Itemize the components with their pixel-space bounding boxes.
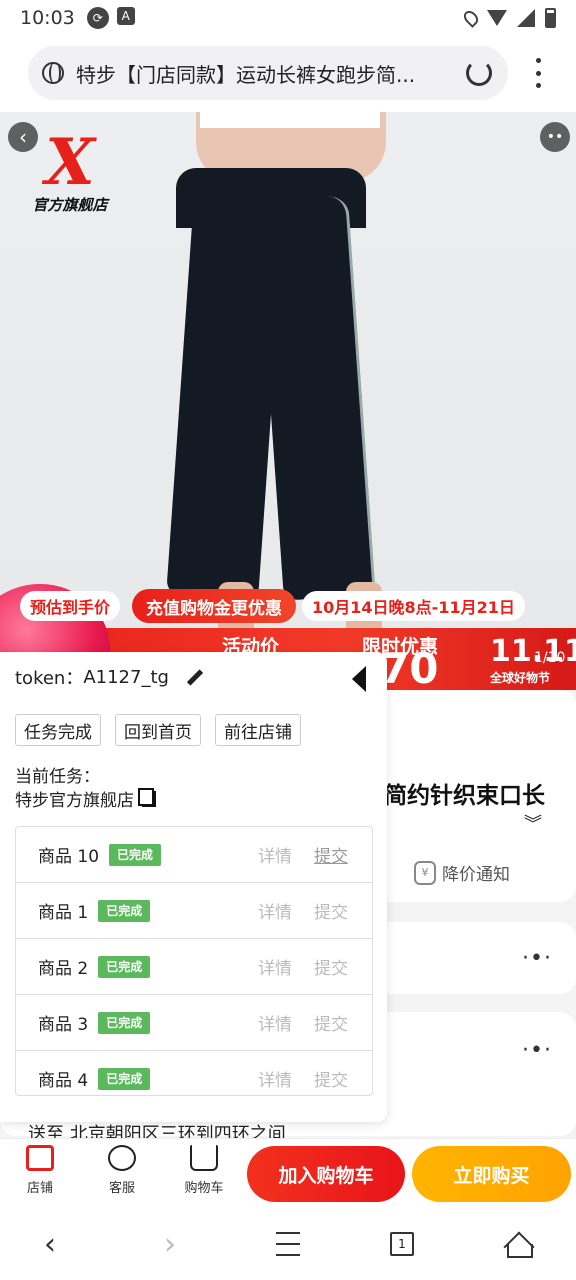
copy-icon[interactable] — [138, 787, 156, 807]
back-home-button[interactable]: 回到首页 — [115, 714, 201, 746]
list-item: 商品 1 已完成 详情 提交 — [16, 883, 372, 939]
status-badge: 已完成 — [98, 1011, 151, 1034]
page-title[interactable]: 特步【门店同款】运动长裤女跑步简... — [76, 59, 456, 88]
token-value: A1127_tg — [83, 666, 169, 688]
list-item: 商品 4 已完成 详情 提交 — [16, 1051, 372, 1095]
add-to-cart-button[interactable]: 加入购物车 — [247, 1146, 405, 1202]
submit-link[interactable]: 提交 — [314, 954, 348, 979]
status-badge: 已完成 — [98, 1067, 151, 1090]
go-to-store-button[interactable]: 前往店铺 — [215, 714, 301, 746]
nav-back-icon[interactable]: ‹ — [44, 1230, 56, 1260]
detail-link[interactable]: 详情 — [258, 842, 292, 867]
home-icon[interactable] — [504, 1230, 533, 1258]
current-task-name: 特步官方旗舰店 — [15, 786, 156, 811]
status-bar: 10:03 ⟳ A — [0, 0, 576, 36]
submit-link[interactable]: 提交 — [314, 898, 348, 923]
pants-image — [166, 168, 376, 601]
chevron-down-icon[interactable]: ︾ — [524, 810, 542, 836]
tabs-icon[interactable]: 1 — [390, 1232, 414, 1256]
overflow-menu-icon[interactable] — [528, 58, 548, 88]
detail-link[interactable]: 详情 — [258, 898, 292, 923]
list-item: 商品 2 已完成 详情 提交 — [16, 939, 372, 995]
battery-icon — [545, 8, 556, 28]
menu-icon[interactable] — [276, 1232, 300, 1256]
status-badge: 已完成 — [98, 899, 151, 922]
shipping-row[interactable]: 送至 北京朝阳区三环到四环之间 — [28, 1120, 548, 1138]
location-icon — [461, 8, 481, 28]
collapse-icon[interactable] — [352, 666, 366, 692]
cart-icon — [190, 1145, 218, 1171]
product-title: 简约针织束口长 — [384, 783, 545, 809]
signal-icon — [517, 9, 535, 27]
bottom-action-bar: 店铺 客服 购物车 加入购物车 立即购买 — [0, 1138, 576, 1206]
system-nav-bar: ‹ › 1 — [0, 1210, 576, 1280]
status-badge: 已完成 — [109, 843, 162, 866]
status-badge: 已完成 — [98, 955, 151, 978]
nav-forward-icon[interactable]: › — [164, 1230, 176, 1260]
more-options-icon[interactable]: ·•· — [522, 1038, 552, 1063]
token-row: token： A1127_tg — [15, 664, 203, 690]
address-bar[interactable]: 特步【门店同款】运动长裤女跑步简... — [28, 46, 508, 100]
list-item: 商品 3 已完成 详情 提交 — [16, 995, 372, 1051]
submit-link[interactable]: 提交 — [314, 1010, 348, 1035]
detail-link[interactable]: 详情 — [258, 1066, 292, 1091]
chat-icon — [108, 1145, 136, 1171]
sync-icon: ⟳ — [86, 7, 109, 29]
price-tag-icon: ¥ — [414, 860, 436, 885]
wifi-icon — [487, 10, 507, 26]
cart-button[interactable]: 购物车 — [174, 1145, 234, 1196]
submit-link[interactable]: 提交 — [314, 1066, 348, 1091]
app-a-icon: A — [116, 7, 135, 25]
promo-date-range: 10月14日晚8点-11月21日 — [302, 591, 525, 621]
token-label: token： — [15, 668, 84, 689]
buy-now-button[interactable]: 立即购买 — [412, 1146, 571, 1202]
status-time: 10:03 — [20, 7, 75, 29]
detail-link[interactable]: 详情 — [258, 954, 292, 979]
reload-icon[interactable] — [466, 60, 492, 86]
more-icon[interactable]: •• — [540, 122, 570, 152]
price-notice-button[interactable]: ¥ 降价通知 — [414, 860, 510, 885]
detail-link[interactable]: 详情 — [258, 1010, 292, 1035]
store-icon — [26, 1145, 54, 1171]
estimate-label: 预估到手价 — [20, 591, 121, 621]
back-icon[interactable]: ‹ — [8, 122, 38, 152]
edit-icon[interactable] — [183, 667, 203, 687]
globe-icon — [42, 62, 64, 84]
current-task-label: 当前任务： — [15, 767, 100, 787]
store-button[interactable]: 店铺 — [10, 1145, 70, 1196]
task-panel: token： A1127_tg 任务完成 回到首页 前往店铺 当前任务： 特步官… — [0, 652, 387, 1122]
more-options-icon[interactable]: ·•· — [522, 946, 552, 971]
task-complete-button[interactable]: 任务完成 — [15, 714, 101, 746]
customer-service-button[interactable]: 客服 — [92, 1145, 152, 1196]
submit-link[interactable]: 提交 — [314, 842, 348, 867]
task-item-list: 商品 10 已完成 详情 提交 商品 1 已完成 详情 提交 商品 2 已完成 … — [15, 826, 373, 1096]
list-item: 商品 10 已完成 详情 提交 — [16, 827, 372, 883]
product-image[interactable]: X 官方旗舰店 ‹ •• 129 活动价 限时优惠 70 11.11 全球好物节… — [0, 112, 576, 690]
limited-price: 70 — [380, 644, 439, 690]
image-counter: 1/10 — [534, 650, 566, 666]
recharge-label: 充值购物金更优惠 — [132, 589, 297, 623]
